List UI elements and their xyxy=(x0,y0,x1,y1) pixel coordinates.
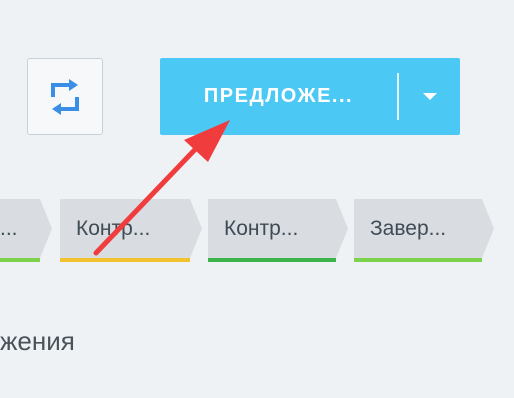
stage-label: Контр... xyxy=(60,199,202,258)
primary-action-label: ПРЕДЛОЖЕ... xyxy=(203,85,354,107)
dropdown-toggle[interactable] xyxy=(399,58,460,135)
stage-progress-bar xyxy=(60,258,190,262)
chevron-down-icon xyxy=(422,93,437,100)
stage-4[interactable]: Завер... xyxy=(354,199,494,262)
primary-action-button[interactable]: ПРЕДЛОЖЕ... xyxy=(160,58,460,135)
stage-progress-bar xyxy=(0,258,40,262)
stage-progress-bar xyxy=(208,258,336,262)
refresh-icon xyxy=(51,78,79,115)
stage-label: ... xyxy=(0,199,52,258)
stage-progress-bar xyxy=(354,258,482,262)
stage-label: Контр... xyxy=(208,199,348,258)
stage-2[interactable]: Контр... xyxy=(60,199,202,262)
refresh-button[interactable] xyxy=(27,58,103,135)
stage-1[interactable]: ... xyxy=(0,199,52,262)
stage-3[interactable]: Контр... xyxy=(208,199,348,262)
stage-label: Завер... xyxy=(354,199,494,258)
section-title: жения xyxy=(0,326,75,356)
